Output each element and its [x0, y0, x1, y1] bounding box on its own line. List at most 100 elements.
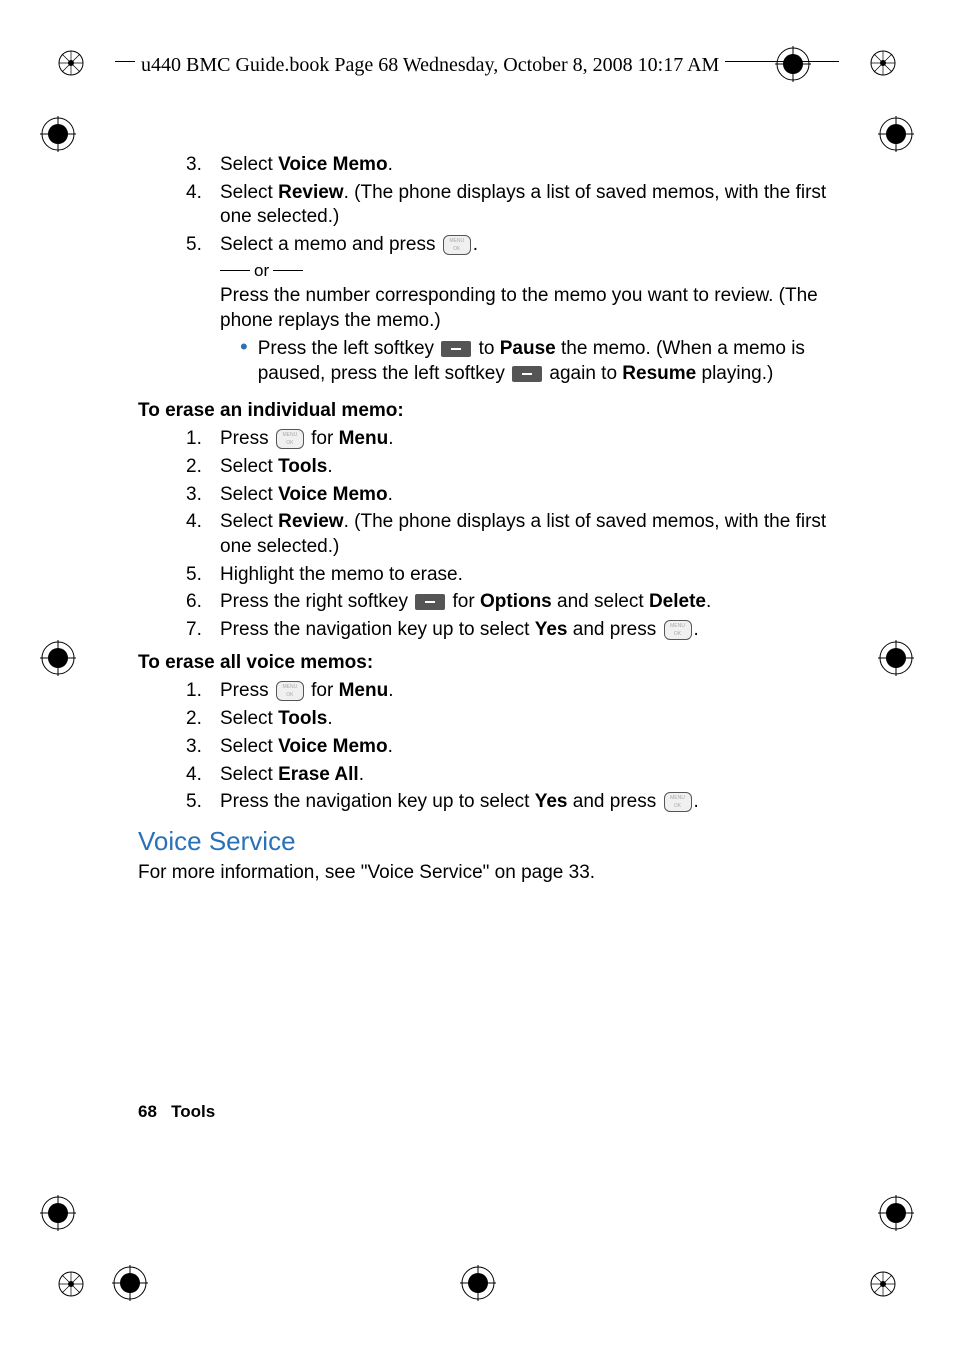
step-number: 5. [186, 790, 220, 815]
text: Press [220, 680, 274, 701]
bold-text: Voice Memo [278, 484, 387, 505]
step-number: 4. [186, 181, 220, 230]
step-number: 4. [186, 763, 220, 788]
register-mark-icon [775, 46, 811, 82]
register-mark-icon [40, 1195, 76, 1231]
header-text: u440 BMC Guide.book Page 68 Wednesday, O… [135, 54, 725, 77]
bold-text: Yes [535, 791, 568, 812]
register-mark-icon [878, 640, 914, 676]
list-item: 3.Select Voice Memo. [186, 735, 838, 760]
bold-text: Erase All [278, 764, 359, 785]
text: Select [220, 456, 278, 477]
text: and press [568, 619, 662, 640]
register-mark-icon [460, 1265, 496, 1301]
bold-text: Pause [500, 338, 556, 359]
text: Select [220, 484, 278, 505]
text: Press [220, 428, 274, 449]
list-item: 5. Select a memo and press . or Press th… [186, 233, 838, 391]
text: . [388, 484, 393, 505]
list-item: 3.Select Voice Memo. [186, 483, 838, 508]
bold-text: Yes [535, 619, 568, 640]
bold-text: Voice Memo [278, 736, 387, 757]
list-item: 7.Press the navigation key up to select … [186, 618, 838, 643]
footer-section: Tools [171, 1102, 215, 1121]
register-mark-icon [112, 1265, 148, 1301]
text: Select [220, 708, 278, 729]
list-item: 5.Press the navigation key up to select … [186, 790, 838, 815]
menu-ok-key-icon [664, 792, 692, 812]
text: Press the right softkey [220, 591, 413, 612]
subheading-erase-all: To erase all voice memos: [138, 651, 838, 676]
text: for [306, 680, 339, 701]
text: Select [220, 736, 278, 757]
text: Select [220, 154, 278, 175]
voice-service-text: For more information, see "Voice Service… [138, 861, 838, 886]
menu-ok-key-icon [443, 235, 471, 255]
list-item: 1.Press for Menu. [186, 427, 838, 452]
text: Press the left softkey [258, 338, 440, 359]
left-softkey-icon [441, 341, 471, 357]
text: and press [568, 791, 662, 812]
step-number: 2. [186, 455, 220, 480]
erase-individual-list: 1.Press for Menu. 2.Select Tools. 3.Sele… [138, 427, 838, 643]
text: . [327, 456, 332, 477]
list-item: 1.Press for Menu. [186, 679, 838, 704]
review-list: 3. Select Voice Memo. 4. Select Review. … [138, 153, 838, 391]
step-number: 7. [186, 618, 220, 643]
bold-text: Delete [649, 591, 706, 612]
step-number: 2. [186, 707, 220, 732]
bold-text: Review [278, 182, 343, 203]
right-softkey-icon [415, 594, 445, 610]
list-item: 4.Select Erase All. [186, 763, 838, 788]
crop-mark-icon [58, 1271, 84, 1297]
list-item: 4.Select Review. (The phone displays a l… [186, 510, 838, 559]
or-divider: or [220, 260, 838, 282]
list-item: 2.Select Tools. [186, 455, 838, 480]
list-item: 5.Highlight the memo to erase. [186, 563, 838, 588]
text: Select [220, 511, 278, 532]
page-number: 68 [138, 1102, 157, 1121]
text: Select [220, 182, 278, 203]
text: and select [552, 591, 649, 612]
menu-ok-key-icon [664, 620, 692, 640]
step-number: 1. [186, 427, 220, 452]
text: . [388, 154, 393, 175]
text: . [388, 736, 393, 757]
list-item: 3. Select Voice Memo. [186, 153, 838, 178]
register-mark-icon [40, 116, 76, 152]
crop-mark-icon [58, 50, 84, 76]
erase-all-list: 1.Press for Menu. 2.Select Tools. 3.Sele… [138, 679, 838, 814]
text: Press the navigation key up to select [220, 791, 535, 812]
step-number: 5. [186, 563, 220, 588]
text: for [306, 428, 339, 449]
step-number: 4. [186, 510, 220, 559]
step-number: 5. [186, 233, 220, 391]
bold-text: Menu [339, 680, 389, 701]
crop-mark-icon [870, 50, 896, 76]
text: . [327, 708, 332, 729]
crop-mark-icon [870, 1271, 896, 1297]
text: . [706, 591, 711, 612]
text: . [473, 234, 478, 255]
register-mark-icon [40, 640, 76, 676]
subheading-erase-individual: To erase an individual memo: [138, 399, 838, 424]
text: playing.) [696, 363, 773, 384]
bold-text: Tools [278, 456, 327, 477]
text: Highlight the memo to erase. [220, 563, 838, 588]
bold-text: Options [480, 591, 552, 612]
step-number: 1. [186, 679, 220, 704]
text: . [388, 680, 393, 701]
text: again to [544, 363, 622, 384]
bold-text: Menu [339, 428, 389, 449]
bullet-icon: • [240, 337, 248, 386]
list-item: 4. Select Review. (The phone displays a … [186, 181, 838, 230]
list-item: 2.Select Tools. [186, 707, 838, 732]
left-softkey-icon [512, 366, 542, 382]
bold-text: Review [278, 511, 343, 532]
text: . [359, 764, 364, 785]
step-number: 3. [186, 483, 220, 508]
text: Select a memo and press [220, 234, 441, 255]
text: Select [220, 764, 278, 785]
or-text: or [250, 260, 273, 282]
text: to [473, 338, 499, 359]
